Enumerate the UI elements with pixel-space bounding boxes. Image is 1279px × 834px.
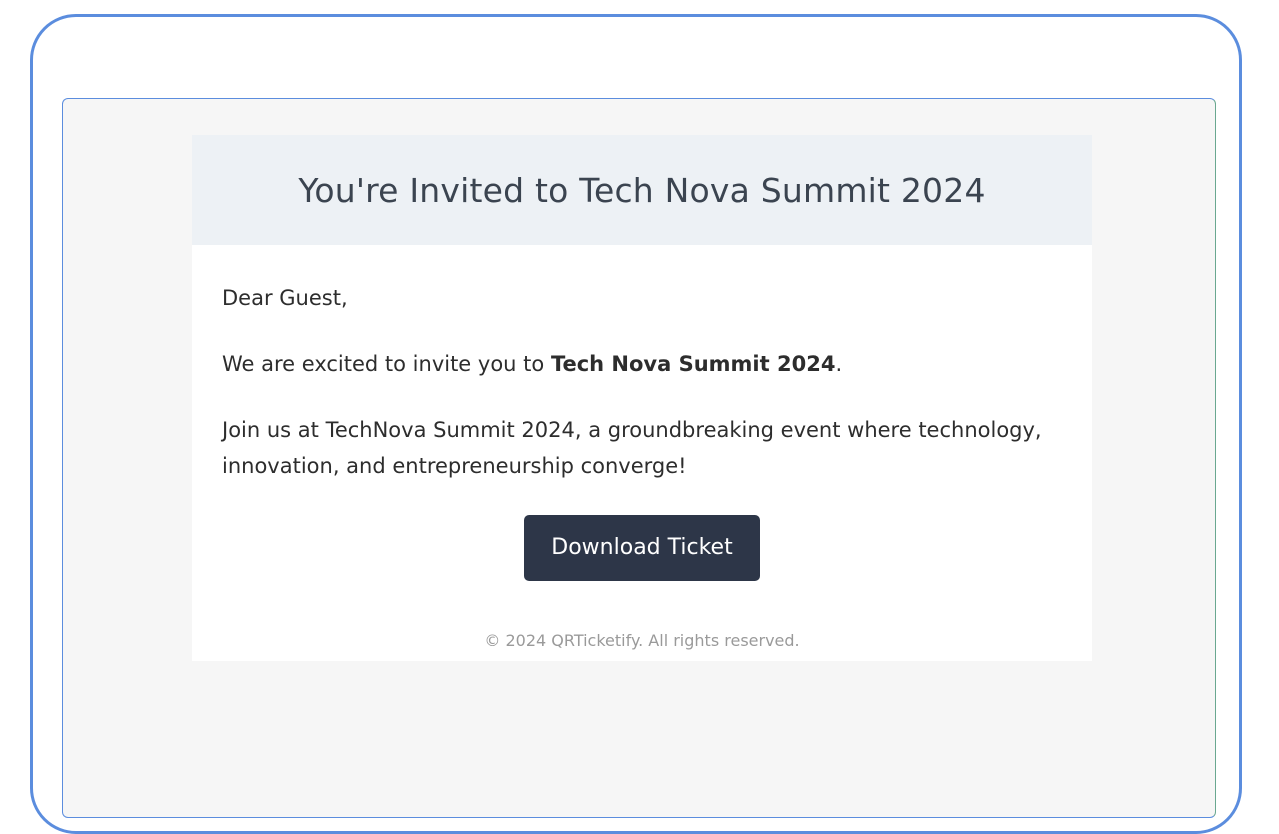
footer-copyright: © 2024 QRTicketify. All rights reserved. bbox=[484, 631, 800, 650]
event-description: Join us at TechNova Summit 2024, a groun… bbox=[222, 418, 1042, 478]
greeting-text: Dear Guest, bbox=[222, 286, 348, 310]
button-wrapper: Download Ticket bbox=[222, 515, 1062, 581]
invite-suffix: . bbox=[835, 352, 843, 376]
invite-text: We are excited to invite you to Tech Nov… bbox=[222, 346, 1062, 382]
email-body: Dear Guest, We are excited to invite you… bbox=[192, 245, 1092, 659]
invite-prefix: We are excited to invite you to bbox=[222, 352, 551, 376]
email-title: You're Invited to Tech Nova Summit 2024 bbox=[298, 170, 986, 210]
email-card: You're Invited to Tech Nova Summit 2024 … bbox=[192, 135, 1092, 661]
email-header: You're Invited to Tech Nova Summit 2024 bbox=[192, 135, 1092, 245]
event-name: Tech Nova Summit 2024 bbox=[550, 352, 836, 376]
download-ticket-button[interactable]: Download Ticket bbox=[524, 515, 760, 581]
